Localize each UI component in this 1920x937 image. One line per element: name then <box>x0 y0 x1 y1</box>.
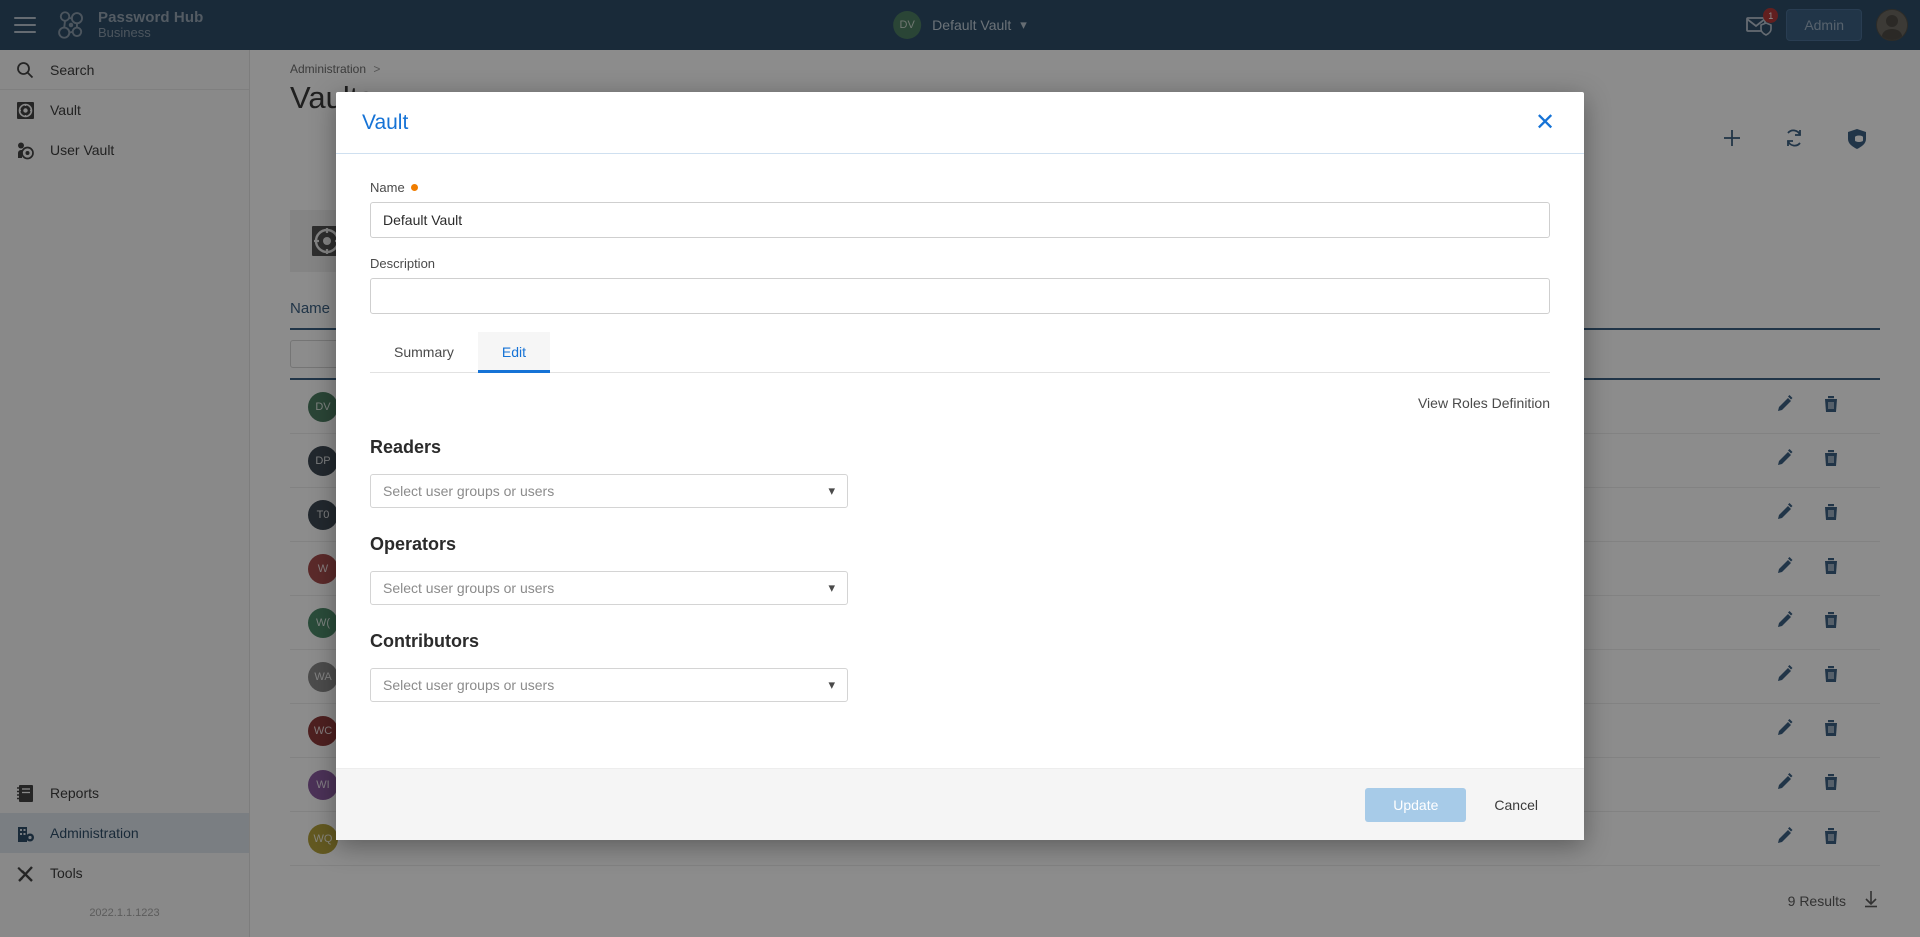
name-input[interactable] <box>370 202 1550 238</box>
contributors-select-placeholder: Select user groups or users <box>383 677 828 693</box>
role-title: Operators <box>370 534 1550 555</box>
app-root: Password Hub Business DV Default Vault ▾… <box>0 0 1920 937</box>
role-title: Contributors <box>370 631 1550 652</box>
modal-footer: Update Cancel <box>336 768 1584 840</box>
modal-tabs: Summary Edit <box>370 332 1550 373</box>
operators-select[interactable]: Select user groups or users ▾ <box>370 571 848 605</box>
readers-select[interactable]: Select user groups or users ▾ <box>370 474 848 508</box>
close-icon[interactable]: ✕ <box>1532 110 1558 136</box>
modal-title: Vault <box>362 111 408 135</box>
view-roles-definition-link[interactable]: View Roles Definition <box>1418 395 1550 411</box>
chevron-down-icon: ▾ <box>828 677 835 693</box>
modal-header: Vault ✕ <box>336 92 1584 154</box>
required-indicator-icon <box>411 184 418 191</box>
roles-link-row: View Roles Definition <box>370 395 1550 411</box>
role-section-readers: Readers Select user groups or users ▾ <box>370 437 1550 508</box>
cancel-button[interactable]: Cancel <box>1488 788 1544 822</box>
body-spacer <box>370 702 1550 768</box>
role-title: Readers <box>370 437 1550 458</box>
role-section-contributors: Contributors Select user groups or users… <box>370 631 1550 702</box>
tab-summary[interactable]: Summary <box>370 332 478 372</box>
description-field-group: Description <box>370 256 1550 314</box>
vault-edit-modal: Vault ✕ Name Description Summary Edit <box>336 92 1584 840</box>
name-label: Name <box>370 180 1550 195</box>
modal-body[interactable]: Name Description Summary Edit View Roles… <box>336 154 1584 768</box>
tab-edit[interactable]: Edit <box>478 332 550 372</box>
role-section-operators: Operators Select user groups or users ▾ <box>370 534 1550 605</box>
description-label: Description <box>370 256 1550 271</box>
chevron-down-icon: ▾ <box>828 580 835 596</box>
contributors-select[interactable]: Select user groups or users ▾ <box>370 668 848 702</box>
name-field-group: Name <box>370 180 1550 238</box>
readers-select-placeholder: Select user groups or users <box>383 483 828 499</box>
chevron-down-icon: ▾ <box>828 483 835 499</box>
operators-select-placeholder: Select user groups or users <box>383 580 828 596</box>
update-button[interactable]: Update <box>1365 788 1466 822</box>
description-input[interactable] <box>370 278 1550 314</box>
